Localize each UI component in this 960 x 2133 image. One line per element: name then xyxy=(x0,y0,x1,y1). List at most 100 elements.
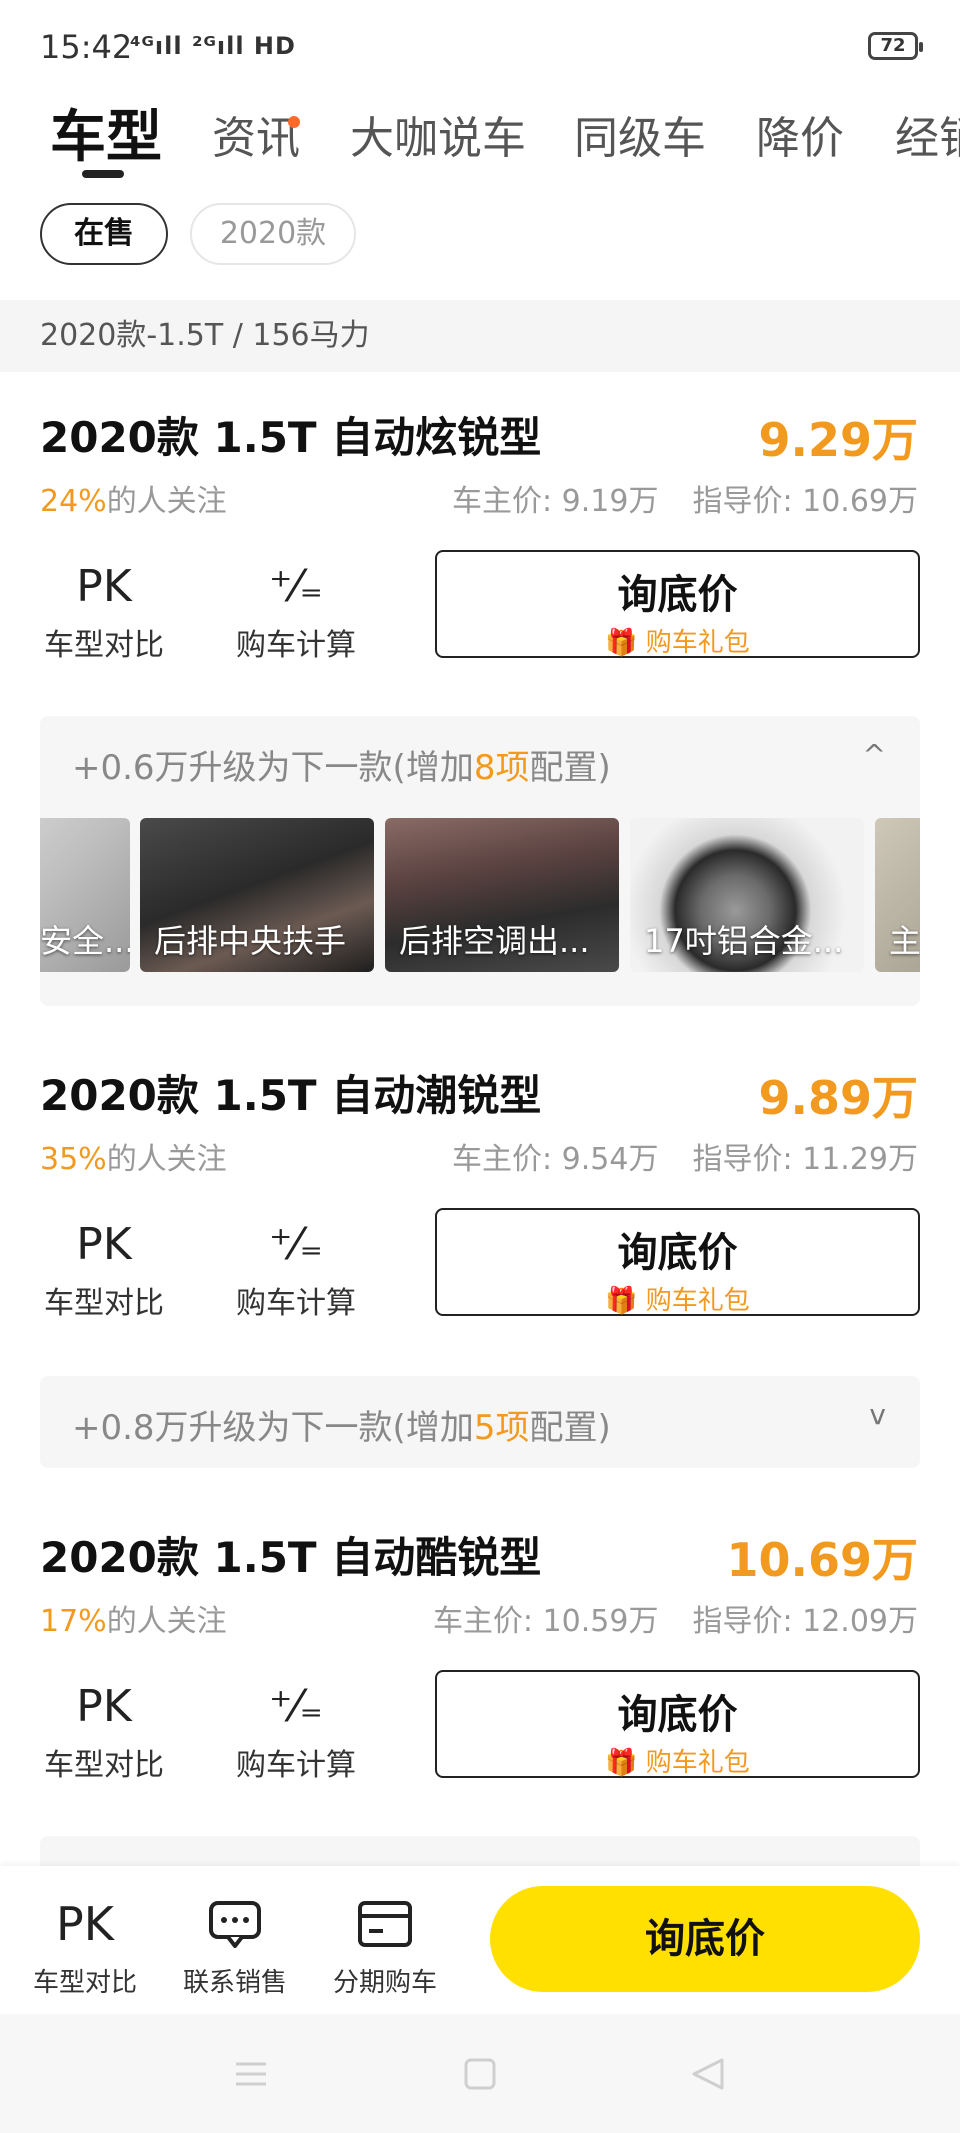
contact-sales-button[interactable]: 联系销售 xyxy=(170,1894,300,1999)
guide-price: 指导价: 11.29万 xyxy=(692,1142,918,1177)
tab-price-drop[interactable]: 降价 xyxy=(756,102,844,166)
feature-caption: 17吋铝合金... xyxy=(644,922,844,960)
feature-caption: 后排空调出... xyxy=(399,922,590,960)
model-price: 10.69万 xyxy=(726,1533,918,1587)
feature-thumb[interactable]: 安全... xyxy=(40,818,130,972)
guide-price: 指导价: 10.69万 xyxy=(692,484,918,519)
compare-button[interactable]: PK 车型对比 xyxy=(34,1676,174,1784)
calculator-button[interactable]: ⁺⁄₌ 购车计算 xyxy=(226,1676,366,1784)
model-card[interactable]: 2020款 1.5T 自动潮锐型 9.89万 35%的人关注 车主价: 9.54… xyxy=(0,1062,960,1472)
attention-percent: 24% xyxy=(40,484,107,519)
ask-price-button[interactable]: 询底价 🎁 购车礼包 xyxy=(435,550,920,658)
compare-button[interactable]: PK 车型对比 xyxy=(34,1214,174,1322)
bottom-compare-label: 车型对比 xyxy=(32,1968,137,1998)
status-time: 15:42 xyxy=(40,28,133,66)
model-price: 9.29万 xyxy=(758,413,919,467)
news-unread-dot xyxy=(288,116,300,128)
system-nav-bar xyxy=(0,2014,960,2133)
menu-icon[interactable] xyxy=(236,2062,266,2086)
nav-buttons xyxy=(236,2058,724,2090)
pk-icon: PK xyxy=(56,1897,114,1951)
owner-price: 车主价: 9.54万 xyxy=(452,1142,659,1177)
chevron-down-icon[interactable]: v xyxy=(869,1398,886,1431)
feature-thumb[interactable]: 主 xyxy=(875,818,920,972)
tab-experts[interactable]: 大咖说车 xyxy=(350,102,526,166)
calculator-button[interactable]: ⁺⁄₌ 购车计算 xyxy=(226,556,366,664)
ask-price-button[interactable]: 询底价 🎁 购车礼包 xyxy=(435,1670,920,1778)
feature-thumb[interactable]: 17吋铝合金... xyxy=(630,818,864,972)
tab-news[interactable]: 资讯 xyxy=(212,102,300,166)
attention-label: 的人关注 xyxy=(106,484,227,519)
attention-info: 17%的人关注 xyxy=(40,1596,227,1640)
price-info: 车主价: 9.19万 指导价: 10.69万 xyxy=(452,476,918,520)
top-tabs: 车型 资讯 大咖说车 同级车 降价 经销商 xyxy=(0,82,960,192)
filter-2020[interactable]: 2020款 xyxy=(190,203,356,265)
installment-button[interactable]: 分期购车 xyxy=(320,1894,450,1999)
contact-sales-label: 联系销售 xyxy=(182,1968,287,1998)
upgrade-count: 5项 xyxy=(473,1408,530,1448)
model-title: 2020款 1.5T 自动炫锐型 xyxy=(40,413,542,462)
attention-label: 的人关注 xyxy=(106,1604,227,1639)
attention-percent: 17% xyxy=(40,1604,107,1639)
chat-icon-svg xyxy=(209,1901,261,1948)
gift-pack-label: 🎁 购车礼包 xyxy=(605,628,750,658)
filter-on-sale[interactable]: 在售 xyxy=(40,203,168,265)
signal-icon: ⁴ᴳıll ²ᴳıll HD xyxy=(130,32,296,60)
tab-dealers[interactable]: 经销商 xyxy=(895,102,960,166)
upgrade-text: +0.6万升级为下一款(增加8项配置) xyxy=(72,740,611,789)
back-icon[interactable] xyxy=(692,2058,724,2090)
chat-icon xyxy=(170,1894,300,1954)
calculator-icon: ⁺⁄₌ xyxy=(269,1219,323,1270)
home-icon[interactable] xyxy=(464,2058,496,2090)
model-title: 2020款 1.5T 自动潮锐型 xyxy=(40,1071,542,1120)
guide-price: 指导价: 12.09万 xyxy=(692,1604,918,1639)
ask-price-label: 询底价 xyxy=(617,572,738,618)
compare-button[interactable]: PK 车型对比 xyxy=(34,556,174,664)
feature-caption: 安全... xyxy=(40,922,130,960)
bottom-ask-price-button[interactable]: 询底价 xyxy=(490,1886,920,1992)
model-title: 2020款 1.5T 自动酷锐型 xyxy=(40,1533,542,1582)
attention-label: 的人关注 xyxy=(106,1142,227,1177)
upgrade-prefix: +0.6万升级为下一款(增加 xyxy=(72,748,474,788)
gift-pack-label: 🎁 购车礼包 xyxy=(605,1286,750,1316)
tab-models[interactable]: 车型 xyxy=(50,92,162,173)
ask-price-button[interactable]: 询底价 🎁 购车礼包 xyxy=(435,1208,920,1316)
model-card[interactable]: 2020款 1.5T 自动酷锐型 10.69万 17%的人关注 车主价: 10.… xyxy=(0,1524,960,1844)
upgrade-text: +0.8万升级为下一款(增加5项配置) xyxy=(72,1400,611,1449)
calculator-button[interactable]: ⁺⁄₌ 购车计算 xyxy=(226,1214,366,1322)
ask-price-label: 询底价 xyxy=(617,1230,738,1276)
upgrade-suffix: 配置) xyxy=(529,1408,611,1448)
upgrade-prefix: +0.8万升级为下一款(增加 xyxy=(72,1408,474,1448)
price-info: 车主价: 10.59万 指导价: 12.09万 xyxy=(433,1596,918,1640)
price-info: 车主价: 9.54万 指导价: 11.29万 xyxy=(452,1134,918,1178)
calculator-icon: ⁺⁄₌ xyxy=(269,1681,323,1732)
upgrade-count: 8项 xyxy=(473,748,530,788)
attention-info: 24%的人关注 xyxy=(40,476,227,520)
card-icon xyxy=(320,1894,450,1954)
gift-pack-label: 🎁 购车礼包 xyxy=(605,1748,750,1778)
owner-price: 车主价: 9.19万 xyxy=(452,484,659,519)
pk-icon: PK xyxy=(76,1681,132,1732)
feature-thumbnails[interactable]: 安全... 后排中央扶手 后排空调出... 17吋铝合金... 主 xyxy=(40,818,920,974)
compare-label: 车型对比 xyxy=(44,1286,164,1321)
compare-label: 车型对比 xyxy=(44,628,164,663)
feature-caption: 主 xyxy=(889,922,920,960)
status-bar: 15:42 ⁴ᴳıll ²ᴳıll HD 72 xyxy=(0,0,960,80)
model-card[interactable]: 2020款 1.5T 自动炫锐型 9.29万 24%的人关注 车主价: 9.19… xyxy=(0,404,960,1006)
calculator-label: 购车计算 xyxy=(236,628,356,663)
pk-icon: PK xyxy=(76,1219,132,1270)
installment-label: 分期购车 xyxy=(332,1968,437,1998)
attention-percent: 35% xyxy=(40,1142,107,1177)
feature-thumb[interactable]: 后排空调出... xyxy=(385,818,619,972)
calculator-label: 购车计算 xyxy=(236,1286,356,1321)
bottom-action-bar: PK 车型对比 联系销售 分期购车 询底价 xyxy=(0,1866,960,2014)
chevron-up-icon[interactable]: ^ xyxy=(863,738,886,771)
model-price: 9.89万 xyxy=(758,1071,919,1125)
upgrade-panel[interactable]: +0.6万升级为下一款(增加8项配置) ^ 安全... 后排中央扶手 后排空调出… xyxy=(40,716,920,1006)
calculator-label: 购车计算 xyxy=(236,1748,356,1783)
upgrade-panel[interactable]: +0.8万升级为下一款(增加5项配置) v xyxy=(40,1376,920,1468)
feature-thumb[interactable]: 后排中央扶手 xyxy=(140,818,374,972)
tab-same-class[interactable]: 同级车 xyxy=(574,102,706,166)
feature-caption: 后排中央扶手 xyxy=(154,922,347,960)
bottom-compare-button[interactable]: PK 车型对比 xyxy=(20,1894,150,1999)
